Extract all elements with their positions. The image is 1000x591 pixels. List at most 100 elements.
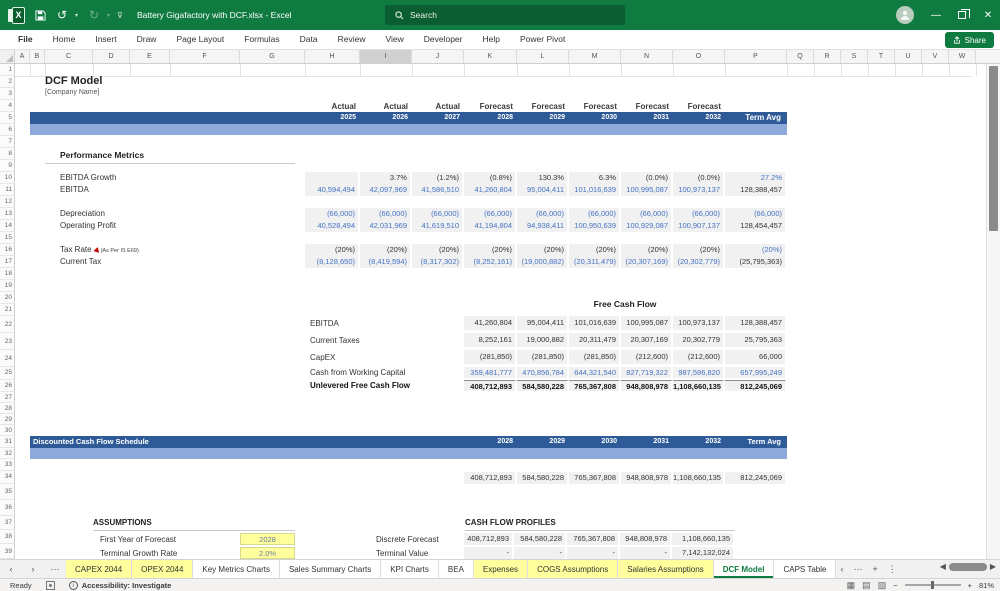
- row-header-27[interactable]: 27: [0, 392, 15, 403]
- redo-button[interactable]: ↻: [85, 6, 103, 24]
- new-sheet-button[interactable]: +: [872, 564, 877, 574]
- subheader-band[interactable]: [30, 124, 787, 135]
- metric-value-cell[interactable]: 95,004,411: [517, 184, 568, 196]
- period-type-cell[interactable]: Forecast: [517, 101, 568, 112]
- metric-value-cell[interactable]: (20%): [305, 244, 359, 256]
- fcf-value-cell[interactable]: (212,600): [673, 350, 724, 364]
- fcf-value-cell[interactable]: 644,321,540: [569, 367, 620, 378]
- column-header-J[interactable]: J: [412, 50, 464, 63]
- hscroll-right-icon[interactable]: ▶: [990, 562, 996, 571]
- metric-value-cell[interactable]: (20%): [673, 244, 724, 256]
- metric-label-cell[interactable]: Current Tax: [60, 256, 101, 268]
- vertical-scrollbar-thumb[interactable]: [989, 66, 998, 231]
- metric-value-cell[interactable]: (0.0%): [673, 172, 724, 184]
- column-header-R[interactable]: R: [814, 50, 841, 63]
- fcf-value-cell[interactable]: (281,850): [517, 350, 568, 364]
- column-header-I[interactable]: I: [360, 50, 412, 63]
- row-header-8[interactable]: 8: [0, 148, 15, 160]
- fcf-value-cell[interactable]: 100,995,087: [621, 316, 672, 330]
- fcf-label-cell[interactable]: EBITDA: [310, 316, 339, 331]
- fcf-value-cell[interactable]: 470,856,784: [517, 367, 568, 378]
- row-header-37[interactable]: 37: [0, 516, 15, 530]
- metric-value-cell[interactable]: 101,016,639: [569, 184, 620, 196]
- row-header-25[interactable]: 25: [0, 367, 15, 380]
- assumptions-header[interactable]: ASSUMPTIONS: [93, 518, 152, 527]
- sheet-tab-salaries-assumptions[interactable]: Salaries Assumptions: [618, 560, 714, 578]
- metric-value-cell[interactable]: (20%): [621, 244, 672, 256]
- sheet-tab-kpi-charts[interactable]: KPI Charts: [381, 560, 439, 578]
- assumption-input-cell[interactable]: 2.0%: [240, 547, 295, 559]
- row-header-15[interactable]: 15: [0, 232, 15, 244]
- metric-value-cell[interactable]: (66,000): [569, 208, 620, 220]
- metric-value-cell[interactable]: 41,260,804: [464, 184, 516, 196]
- metric-value-cell[interactable]: 100,929,087: [621, 220, 672, 232]
- column-header-B[interactable]: B: [30, 50, 45, 63]
- row-header-2[interactable]: 2: [0, 76, 15, 88]
- year-cell[interactable]: 2029: [517, 112, 568, 124]
- row-header-20[interactable]: 20: [0, 292, 15, 304]
- metric-value-cell[interactable]: (66,000): [621, 208, 672, 220]
- metric-value-cell[interactable]: (20%): [412, 244, 463, 256]
- fcf-value-cell[interactable]: 41,260,804: [464, 316, 516, 330]
- column-header-K[interactable]: K: [464, 50, 517, 63]
- dcf-schedule-subband[interactable]: [30, 447, 787, 459]
- fcf-value-cell[interactable]: 128,388,457: [725, 316, 786, 330]
- cfp-value-cell[interactable]: 948,808,978: [620, 533, 671, 545]
- cfp-value-cell[interactable]: -: [620, 547, 671, 559]
- metric-term-avg-cell[interactable]: (20%): [725, 244, 786, 256]
- metric-value-cell[interactable]: (66,000): [517, 208, 568, 220]
- fcf-value-cell[interactable]: 66,000: [725, 350, 786, 364]
- column-header-T[interactable]: T: [868, 50, 895, 63]
- fcf-value-cell[interactable]: 19,000,882: [517, 333, 568, 347]
- row-header-24[interactable]: 24: [0, 350, 15, 367]
- horizontal-scrollbar-thumb[interactable]: [948, 562, 987, 571]
- tab-nav-right-icon[interactable]: ›: [22, 560, 44, 578]
- row-header-14[interactable]: 14: [0, 220, 15, 232]
- account-avatar[interactable]: [896, 6, 914, 24]
- ribbon-tab-file[interactable]: File: [8, 30, 43, 49]
- metric-value-cell[interactable]: (66,000): [673, 208, 724, 220]
- dcf-schedule-year-cell[interactable]: 2032: [673, 436, 724, 448]
- metric-value-cell[interactable]: (66,000): [464, 208, 516, 220]
- row-header-26[interactable]: 26: [0, 379, 15, 392]
- zoom-slider-knob[interactable]: [930, 581, 934, 589]
- doc-title-cell[interactable]: DCF Model: [45, 75, 102, 87]
- fcf-value-cell[interactable]: 657,995,249: [725, 367, 786, 378]
- row-header-33[interactable]: 33: [0, 459, 15, 471]
- cfp-value-cell[interactable]: 1,108,660,135: [672, 533, 734, 545]
- row-header-1[interactable]: 1: [0, 64, 15, 76]
- row-header-34[interactable]: 34: [0, 471, 15, 484]
- cash-flow-profiles-header[interactable]: CASH FLOW PROFILES: [465, 518, 556, 527]
- year-cell[interactable]: 2032: [673, 112, 724, 124]
- cfp-value-cell[interactable]: 765,367,808: [567, 533, 619, 545]
- row-header-19[interactable]: 19: [0, 280, 15, 292]
- sheet-tab-bea[interactable]: BEA: [438, 560, 474, 578]
- sheet-tab-key-metrics-charts[interactable]: Key Metrics Charts: [193, 560, 280, 578]
- row-header-21[interactable]: 21: [0, 304, 15, 316]
- column-header-A[interactable]: A: [15, 50, 30, 63]
- row-header-6[interactable]: 6: [0, 124, 15, 136]
- metric-value-cell[interactable]: (1.2%): [412, 172, 463, 184]
- share-button[interactable]: Share: [944, 32, 994, 48]
- metric-value-cell[interactable]: (20,307,169): [621, 256, 672, 268]
- ribbon-tab-home[interactable]: Home: [43, 30, 86, 49]
- metric-value-cell[interactable]: 40,528,494: [305, 220, 359, 232]
- column-header-V[interactable]: V: [922, 50, 949, 63]
- metric-value-cell[interactable]: 42,031,969: [360, 220, 411, 232]
- row-header-23[interactable]: 23: [0, 333, 15, 350]
- fcf-value-cell[interactable]: 8,252,161: [464, 333, 516, 347]
- period-type-cell[interactable]: Forecast: [673, 101, 724, 112]
- metric-value-cell[interactable]: 6.3%: [569, 172, 620, 184]
- metric-value-cell[interactable]: (20,302,779): [673, 256, 724, 268]
- restore-button[interactable]: [950, 1, 974, 29]
- ribbon-tab-insert[interactable]: Insert: [85, 30, 126, 49]
- sheet-list-more-icon[interactable]: ⋯: [853, 564, 862, 575]
- row-header-10[interactable]: 10: [0, 172, 15, 184]
- year-cell[interactable]: 2031: [621, 112, 672, 124]
- row-header-30[interactable]: 30: [0, 425, 15, 436]
- row-header-13[interactable]: 13: [0, 208, 15, 220]
- fcf-value-cell[interactable]: 100,973,137: [673, 316, 724, 330]
- row-header-31[interactable]: 31: [0, 436, 15, 448]
- column-header-O[interactable]: O: [673, 50, 725, 63]
- free-cash-flow-title[interactable]: Free Cash Flow: [570, 299, 680, 309]
